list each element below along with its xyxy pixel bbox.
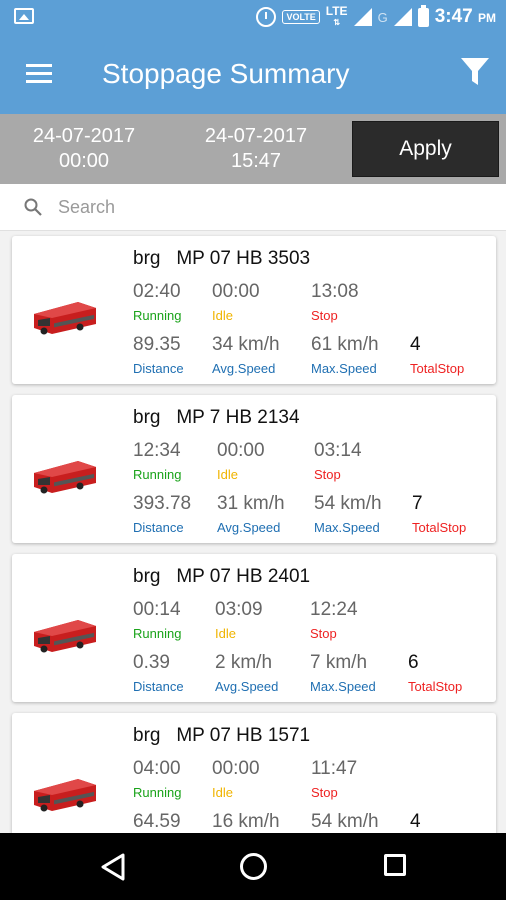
hamburger-menu-icon[interactable]	[26, 64, 52, 84]
lte-indicator: LTE ⇅	[325, 4, 348, 27]
idle-stat: 00:00 Idle	[212, 758, 260, 800]
vehicle-title: brg MP 07 HB 2401	[133, 566, 311, 587]
signal-strength-icon-2	[393, 8, 412, 26]
total-stop-stat: 4TotalStop	[410, 334, 465, 376]
running-stat: 04:00 Running	[133, 758, 182, 800]
idle-stat: 03:09 Idle	[215, 599, 263, 641]
avg-speed-stat: 16 km/hAvg.Speed	[212, 811, 280, 832]
page-title: Stoppage Summary	[102, 58, 350, 89]
stop-stat: 11:47 Stop	[311, 758, 358, 800]
vehicle-card[interactable]: brg MP 07 HB 3503 02:40 Running 00:00 Idle…	[12, 236, 496, 384]
search-input[interactable]	[58, 192, 478, 222]
max-speed-stat: 61 km/h Max.Speed	[311, 334, 379, 376]
signal-strength-icon	[353, 8, 372, 26]
bus-icon	[34, 461, 96, 494]
distance-stat: 89.35 Distance	[133, 334, 184, 376]
search-icon	[24, 198, 42, 216]
gallery-notification-icon	[14, 8, 34, 24]
max-speed-stat: 7 km/h Max.Speed	[310, 652, 376, 694]
app-bar: Stoppage Summary	[0, 34, 506, 114]
avg-speed-stat: 2 km/h Avg.Speed	[215, 652, 279, 694]
vehicle-title: brg MP 07 HB 3503	[133, 248, 311, 269]
status-icons: VOLTE LTE ⇅ G 3:47 PM	[256, 4, 496, 29]
system-nav-bar	[0, 833, 506, 900]
vehicle-title: brg MP 7 HB 2134	[133, 407, 300, 428]
date-range-bar: 24-07-2017 00:00 24-07-2017 15:47 Apply	[0, 114, 506, 184]
idle-stat: 00:00 Idle	[212, 281, 260, 323]
recents-square-icon[interactable]	[384, 854, 406, 876]
volte-badge: VOLTE	[282, 10, 320, 24]
stop-stat: 12:24 Stop	[310, 599, 358, 641]
vehicle-list: brg MP 07 HB 3503 02:40 Running 00:00 Idle…	[0, 231, 506, 833]
vehicle-title: brg MP 07 HB 1571	[133, 725, 311, 746]
idle-stat: 00:00 Idle	[217, 440, 265, 482]
max-speed-stat: 54 km/hMax.Speed	[314, 493, 382, 535]
avg-speed-stat: 31 km/h Avg.Speed	[217, 493, 285, 535]
clock: 3:47 PM	[434, 6, 496, 27]
apply-button[interactable]: Apply	[352, 121, 499, 177]
vehicle-card[interactable]: brg MP 7 HB 2134 12:34 Running 00:00 Idle …	[12, 395, 496, 543]
bus-icon	[34, 620, 96, 653]
stop-stat: 03:14 Stop	[314, 440, 362, 482]
to-date: 24-07-2017	[204, 125, 308, 147]
alarm-icon	[256, 7, 277, 27]
total-stop-stat: 4TotalStop	[410, 811, 421, 832]
back-triangle-icon[interactable]	[100, 853, 126, 881]
battery-icon	[417, 4, 429, 27]
filter-funnel-icon[interactable]	[460, 56, 490, 88]
status-bar: VOLTE LTE ⇅ G 3:47 PM	[0, 0, 506, 34]
bus-icon	[34, 779, 96, 812]
network-g-indicator: G	[377, 9, 388, 25]
vehicle-card[interactable]: brg MP 07 HB 2401 00:14 Running 03:09 Idle…	[12, 554, 496, 702]
running-stat: 02:40 Running	[133, 281, 182, 323]
distance-stat: 64.59Distance	[133, 811, 181, 832]
distance-stat: 393.78 Distance	[133, 493, 192, 535]
to-time: 15:47	[230, 150, 282, 172]
running-stat: 12:34 Running	[133, 440, 182, 482]
running-stat: 00:14 Running	[133, 599, 182, 641]
home-circle-icon[interactable]	[240, 853, 267, 880]
distance-stat: 0.39 Distance	[133, 652, 184, 694]
total-stop-stat: 6 TotalStop	[408, 652, 463, 694]
to-date-picker[interactable]: 24-07-2017 15:47	[194, 124, 318, 174]
data-arrows-icon: ⇅	[333, 18, 341, 27]
vehicle-card[interactable]: brg MP 07 HB 1571 04:00 Running 00:00 Idle…	[12, 713, 496, 833]
from-date: 24-07-2017	[32, 125, 136, 147]
max-speed-stat: 54 km/hMax.Speed	[311, 811, 379, 832]
from-date-picker[interactable]: 24-07-2017 00:00	[22, 124, 146, 174]
stop-stat: 13:08 Stop	[311, 281, 359, 323]
total-stop-stat: 7 TotalStop	[412, 493, 467, 535]
bus-icon	[34, 302, 96, 335]
avg-speed-stat: 34 km/h Avg.Speed	[212, 334, 280, 376]
from-time: 00:00	[58, 150, 110, 172]
search-bar	[0, 184, 506, 231]
